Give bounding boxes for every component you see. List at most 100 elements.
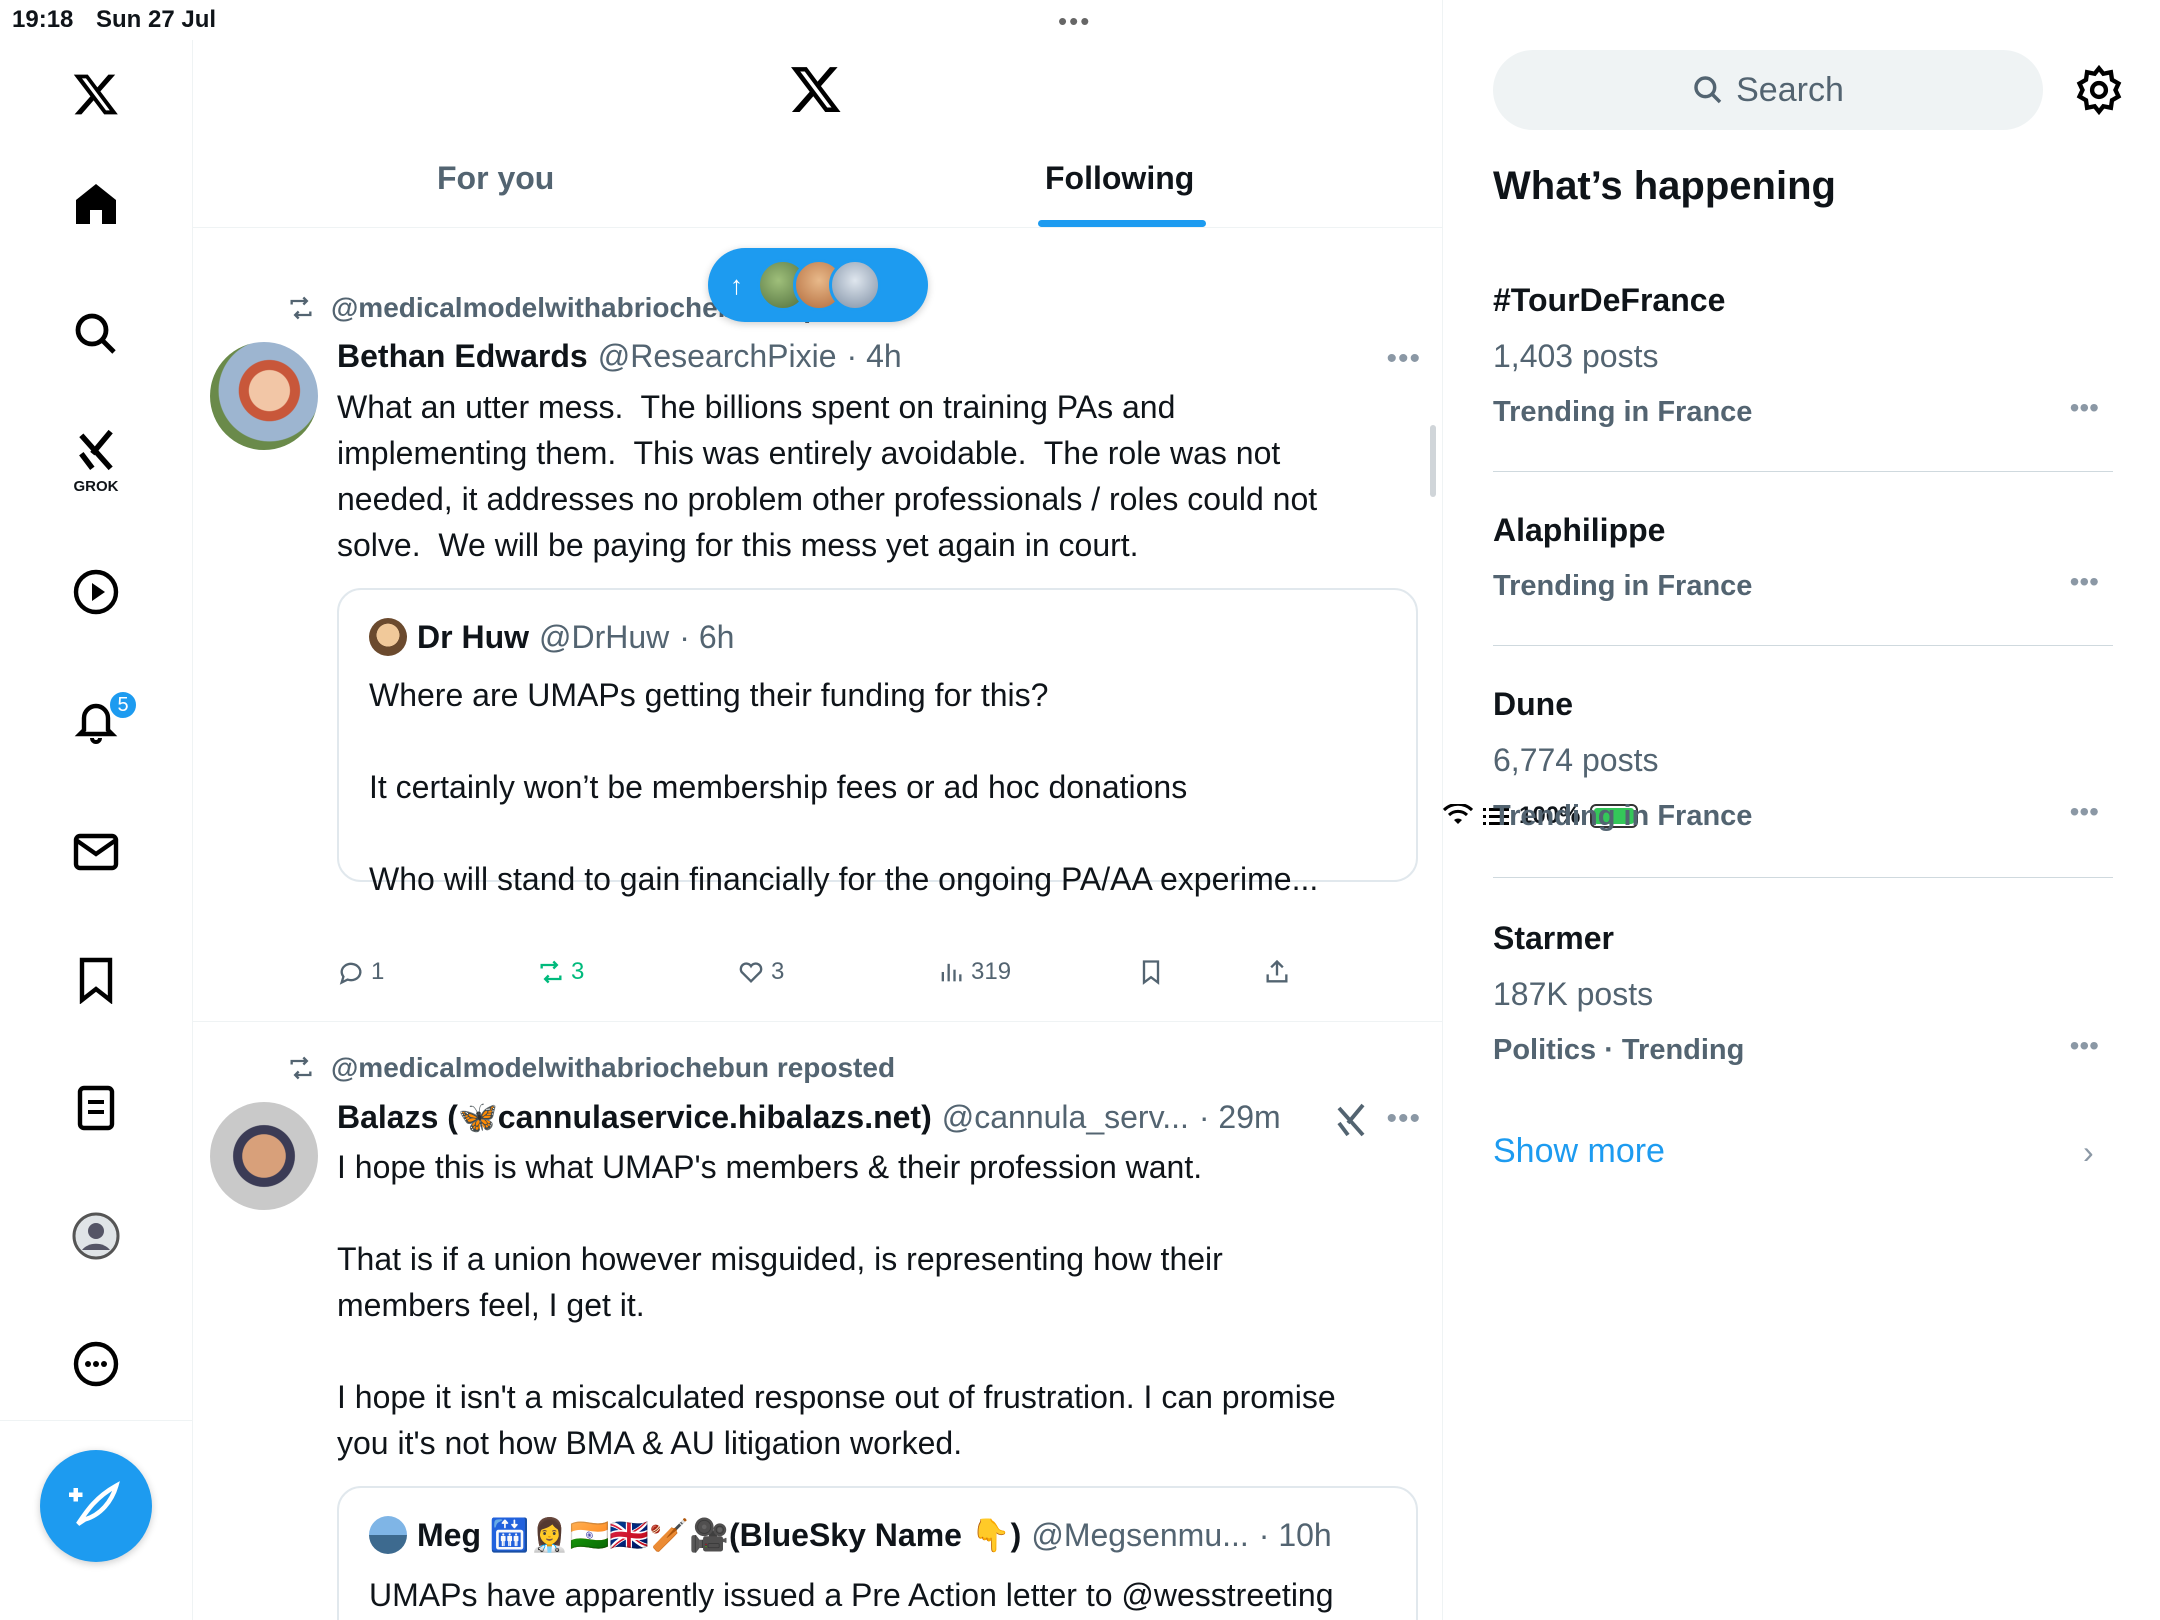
trend-item[interactable]: Starmer 187K posts Politics · Trending •… <box>1493 878 2113 1110</box>
post-time[interactable]: · 4h <box>847 338 902 375</box>
search-input[interactable]: Search <box>1493 50 2043 130</box>
trend-name: #TourDeFrance <box>1493 282 1726 318</box>
bookmarks-icon[interactable] <box>66 950 126 1010</box>
post-text: What an utter mess. The billions spent o… <box>337 389 1318 563</box>
post-balazs[interactable]: @medicalmodelwithabriochebun reposted Ba… <box>193 1022 1442 1620</box>
compose-post-button[interactable] <box>40 1450 152 1562</box>
repost-count: 3 <box>571 958 585 985</box>
post-time[interactable]: · 29m <box>1199 1099 1281 1136</box>
avatar[interactable] <box>210 1102 318 1210</box>
like-count: 3 <box>771 958 785 985</box>
timeline-header: For you Following <box>193 40 1442 228</box>
status-time: 19:18 <box>12 6 74 33</box>
trend-item[interactable]: Alaphilippe Trending in France ••• <box>1493 472 2113 646</box>
author-name[interactable]: Balazs (🦋cannulaservice.hibalazs.net) <box>337 1098 932 1136</box>
post-actions: 1 3 3 319 <box>337 958 1337 1008</box>
bookmark-button[interactable] <box>1137 958 1165 986</box>
author-handle[interactable]: @cannula_serv... <box>942 1099 1189 1136</box>
post-text: I hope this is what UMAP's members & the… <box>337 1149 1336 1461</box>
post-more-icon[interactable]: ••• <box>1386 342 1421 376</box>
reply-icon <box>339 962 362 985</box>
grok-post-icon[interactable] <box>1333 1102 1369 1138</box>
repost-icon <box>540 960 562 984</box>
author-name[interactable]: Bethan Edwards <box>337 338 588 375</box>
profile-avatar-icon[interactable] <box>66 1206 126 1266</box>
repost-label[interactable]: @medicalmodelwithabriochebun reposted <box>331 1052 895 1084</box>
active-tab-indicator <box>1038 220 1206 227</box>
trend-more-icon[interactable]: ••• <box>2070 392 2099 424</box>
notifications-icon[interactable]: 5 <box>66 690 138 752</box>
video-icon[interactable] <box>66 562 126 622</box>
trend-more-icon[interactable]: ••• <box>2070 566 2099 598</box>
quoted-avatar <box>369 1516 407 1554</box>
repost-icon <box>290 296 312 320</box>
trend-count: 1,403 posts <box>1493 338 1659 374</box>
quoted-name: Meg 🛗👩‍⚕️🇮🇳🇬🇧🏏🎥(BlueSky Name 👇) <box>417 1517 1022 1553</box>
trend-more-icon[interactable]: ••• <box>2070 796 2099 828</box>
right-sidebar: Search What’s happening #TourDeFrance 1,… <box>1443 0 2160 1620</box>
post-more-icon[interactable]: ••• <box>1386 1102 1421 1136</box>
reply-button[interactable]: 1 <box>337 958 384 986</box>
more-options-icon[interactable] <box>66 1334 126 1394</box>
repost-button[interactable]: 3 <box>537 958 584 986</box>
author-handle[interactable]: @ResearchPixie <box>598 338 837 375</box>
trend-count: 6,774 posts <box>1493 742 1659 778</box>
quoted-handle: @Megsenmu... <box>1031 1516 1249 1553</box>
trend-context: Trending in France <box>1493 570 1753 602</box>
quoted-name: Dr Huw <box>417 618 529 655</box>
x-header-logo-icon[interactable] <box>789 62 843 121</box>
post-bethan-edwards[interactable]: @medicalmodelwithabriochebun reposted Be… <box>193 262 1442 1022</box>
trend-more-icon[interactable]: ••• <box>2070 1030 2099 1062</box>
quoted-avatar <box>369 618 407 656</box>
avatar[interactable] <box>210 342 318 450</box>
trend-name: Dune <box>1493 686 1573 722</box>
trend-name: Starmer <box>1493 920 1614 956</box>
trend-context: Trending in France <box>1493 396 1753 428</box>
arrow-up-icon: ↑ <box>730 269 743 300</box>
pill-avatar <box>829 259 881 311</box>
heart-icon <box>739 962 763 983</box>
post-author: Balazs (🦋cannulaservice.hibalazs.net) @c… <box>337 1098 1281 1136</box>
whats-happening-title: What’s happening <box>1493 164 1836 208</box>
repost-icon <box>290 1056 312 1080</box>
share-button[interactable] <box>1263 958 1291 986</box>
grok-icon[interactable]: GROK <box>66 420 126 495</box>
lists-icon[interactable] <box>66 1078 126 1138</box>
quoted-text: UMAPs have apparently issued a Pre Actio… <box>369 1577 1334 1613</box>
explore-search-icon[interactable] <box>66 304 126 364</box>
quoted-time: · 6h <box>679 618 735 655</box>
grok-label: GROK <box>73 478 119 495</box>
tab-following[interactable]: Following <box>1045 160 1194 197</box>
trend-item[interactable]: Dune 6,774 posts Trending in France ••• <box>1493 646 2113 878</box>
home-icon[interactable] <box>66 174 126 234</box>
settings-gear-icon[interactable] <box>2073 64 2125 121</box>
left-navigation: GROK 5 <box>0 40 193 1620</box>
quoted-post[interactable]: Meg 🛗👩‍⚕️🇮🇳🇬🇧🏏🎥(BlueSky Name 👇) @Megsenm… <box>337 1486 1418 1620</box>
views-count: 319 <box>971 958 1012 985</box>
notifications-badge: 5 <box>108 690 138 720</box>
search-placeholder: Search <box>1736 70 1844 109</box>
trend-count: 187K posts <box>1493 976 1654 1012</box>
bookmark-icon <box>1142 960 1160 985</box>
quoted-text: Where are UMAPs getting their funding fo… <box>369 677 1319 897</box>
chevron-right-icon[interactable]: › <box>2083 1134 2094 1171</box>
search-icon <box>1694 76 1722 104</box>
views-button[interactable]: 319 <box>937 958 1011 986</box>
messages-icon[interactable] <box>66 822 126 882</box>
like-button[interactable]: 3 <box>737 958 784 986</box>
show-more-link[interactable]: Show more <box>1493 1132 1665 1171</box>
post-author: Bethan Edwards @ResearchPixie · 4h <box>337 338 902 375</box>
x-logo-icon[interactable] <box>66 64 126 124</box>
trend-item[interactable]: #TourDeFrance 1,403 posts Trending in Fr… <box>1493 262 2113 472</box>
reply-count: 1 <box>371 958 385 985</box>
quoted-post[interactable]: Dr Huw @DrHuw · 6h Where are UMAPs getti… <box>337 588 1418 897</box>
repost-indicator: @medicalmodelwithabriochebun reposted <box>285 1052 895 1084</box>
nav-divider <box>0 1420 193 1421</box>
new-posts-pill[interactable]: ↑ <box>708 248 928 322</box>
trend-context: Politics · Trending <box>1493 1034 1745 1066</box>
trend-name: Alaphilippe <box>1493 512 1666 548</box>
share-icon <box>1266 959 1288 983</box>
views-chart-icon <box>941 963 962 982</box>
scrollbar[interactable] <box>1430 425 1436 497</box>
tab-for-you[interactable]: For you <box>437 160 554 197</box>
